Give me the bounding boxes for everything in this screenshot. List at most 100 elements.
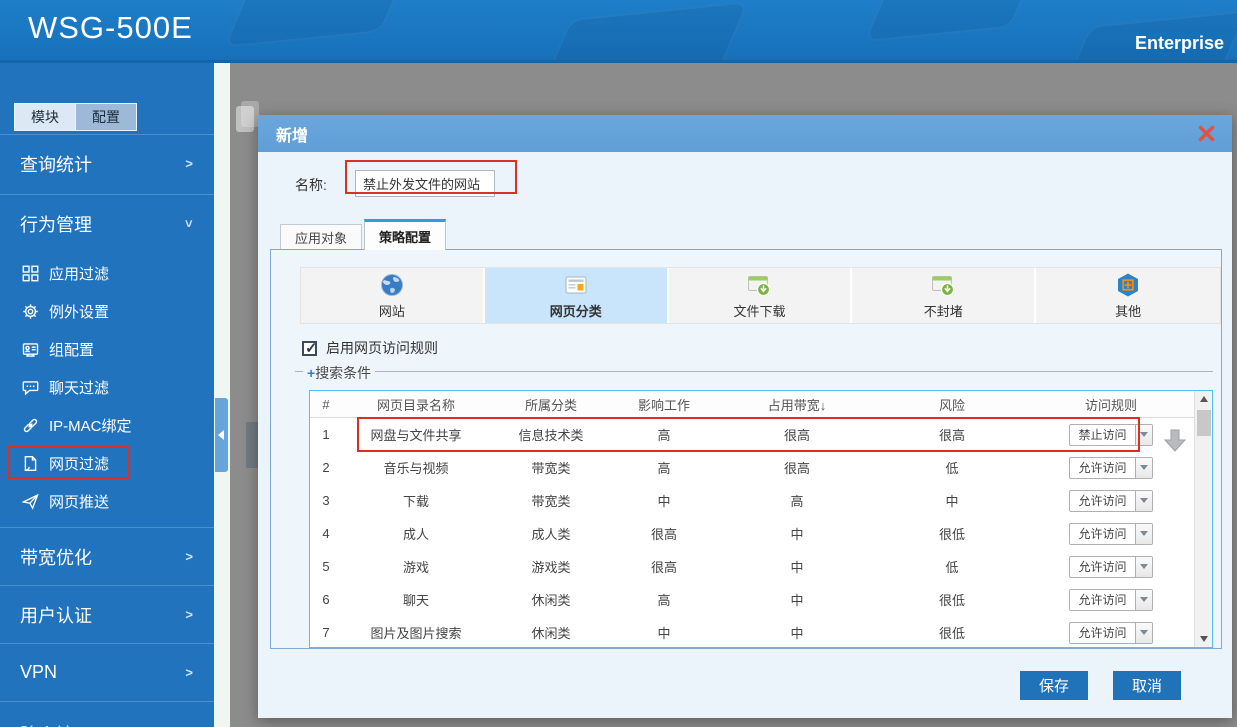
cell-risk: 很低 — [938, 527, 965, 542]
sidebar-item-app-filter[interactable]: 应用过滤 — [0, 254, 215, 292]
cell-rule: 允许访问 — [1026, 456, 1196, 479]
cell-category: 休闲类 — [531, 593, 571, 608]
checkbox-label: 启用网页访问规则 — [326, 340, 438, 356]
page-icon — [22, 455, 39, 472]
access-rule-dropdown[interactable]: 允许访问 — [1069, 555, 1153, 578]
sidebar-item-ip-mac-binding[interactable]: IP-MAC绑定 — [0, 406, 215, 444]
enable-web-access-rule-checkbox[interactable]: 启用网页访问规则 — [302, 338, 438, 358]
table-row: 5 游戏 游戏类 很高 中 低 允许访问 — [310, 550, 1212, 583]
category-tab-other[interactable]: 其他 — [1036, 268, 1220, 323]
cell-category: 游戏类 — [531, 560, 571, 575]
sidebar-tabs: 模块 配置 — [14, 103, 137, 131]
sub-item-label: 组配置 — [49, 341, 95, 359]
cell-index: 6 — [322, 592, 330, 607]
sidebar-item-web-push[interactable]: 网页推送 — [0, 482, 215, 520]
cell-name: 音乐与视频 — [383, 461, 449, 476]
fieldset-rule — [295, 371, 1213, 372]
link-icon — [22, 417, 39, 434]
search-condition-section: +搜索条件 — [295, 363, 1213, 383]
cell-risk: 中 — [945, 494, 959, 509]
cell-index: 2 — [322, 460, 330, 475]
chevron-right-icon: > — [185, 549, 193, 564]
header-pattern — [223, 0, 407, 48]
cell-index: 4 — [322, 526, 330, 541]
grid-icon — [22, 265, 39, 282]
sidebar-tab-module[interactable]: 模块 — [14, 103, 76, 131]
sidebar-item-chat-filter[interactable]: 聊天过滤 — [0, 368, 215, 406]
sidebar-collapse-handle[interactable] — [215, 398, 228, 472]
search-condition-text: 搜索条件 — [315, 365, 372, 381]
no-block-icon — [930, 272, 956, 298]
sidebar-gap — [214, 63, 230, 727]
table-row: 3 下载 带宽类 中 高 中 允许访问 — [310, 484, 1212, 517]
name-input[interactable] — [355, 170, 495, 197]
category-tab-webpage-category[interactable]: 网页分类 — [484, 268, 669, 323]
access-rule-dropdown[interactable]: 允许访问 — [1069, 621, 1153, 644]
cell-bandwidth: 中 — [790, 626, 804, 641]
category-tab-file-download[interactable]: 文件下载 — [669, 268, 853, 323]
sidebar-item-web-filter[interactable]: 网页过滤 — [0, 444, 215, 482]
sidebar-menu-user-auth[interactable]: 用户认证 > — [0, 585, 215, 643]
id-card-icon — [22, 341, 39, 358]
chevron-right-icon: > — [185, 665, 193, 680]
cell-bandwidth: 很高 — [783, 461, 810, 476]
close-icon[interactable] — [1197, 124, 1216, 143]
cell-index: 5 — [322, 559, 330, 574]
sidebar-item-group-config[interactable]: 组配置 — [0, 330, 215, 368]
cell-name: 图片及图片搜索 — [370, 626, 462, 641]
cell-rule: 允许访问 — [1026, 621, 1196, 644]
sidebar-menu-vpn[interactable]: VPN > — [0, 643, 215, 701]
menu-label: 带宽优化 — [20, 547, 92, 568]
table-header-row: # 网页目录名称 所属分类 影响工作 占用带宽↓ 风险 访问规则 — [310, 391, 1212, 418]
scroll-up-icon[interactable] — [1195, 391, 1213, 407]
access-rule-dropdown[interactable]: 允许访问 — [1069, 456, 1153, 479]
cell-impact: 高 — [657, 428, 671, 443]
sidebar-tab-config[interactable]: 配置 — [76, 103, 137, 131]
table-row: 4 成人 成人类 很高 中 很低 允许访问 — [310, 517, 1212, 550]
table-scrollbar[interactable] — [1194, 391, 1212, 647]
globe-icon — [379, 272, 405, 298]
table-row: 6 聊天 休闲类 高 中 很低 允许访问 — [310, 583, 1212, 616]
access-rule-dropdown[interactable]: 允许访问 — [1069, 522, 1153, 545]
scrollbar-thumb[interactable] — [1197, 410, 1211, 436]
access-rule-dropdown[interactable]: 允许访问 — [1069, 489, 1153, 512]
webpage-category-icon — [563, 272, 589, 298]
sidebar-menu-behavior-mgmt[interactable]: 行为管理 > — [0, 194, 215, 252]
cancel-button[interactable]: 取消 — [1113, 671, 1181, 700]
category-label: 网页分类 — [549, 303, 602, 319]
access-rule-dropdown[interactable]: 禁止访问 — [1069, 423, 1153, 446]
add-policy-dialog: 新增 名称: 应用对象 策略配置 — [258, 115, 1232, 718]
cell-category: 休闲类 — [531, 626, 571, 641]
search-condition-label[interactable]: +搜索条件 — [303, 363, 376, 383]
scroll-down-icon[interactable] — [1195, 631, 1213, 647]
sub-item-label: 聊天过滤 — [49, 379, 110, 397]
cell-risk: 很低 — [938, 626, 965, 641]
file-download-icon — [746, 272, 772, 298]
cell-impact: 中 — [657, 494, 671, 509]
sidebar-menu-query-stats[interactable]: 查询统计 > — [0, 134, 215, 192]
dropdown-arrow-icon — [1135, 622, 1152, 643]
save-button[interactable]: 保存 — [1020, 671, 1088, 700]
sidebar-menu-bandwidth[interactable]: 带宽优化 > — [0, 527, 215, 585]
tab-policy-config[interactable]: 策略配置 — [364, 219, 447, 250]
cell-risk: 很高 — [938, 428, 965, 443]
cell-impact: 中 — [657, 626, 671, 641]
move-down-icon[interactable] — [1162, 427, 1188, 453]
sidebar-item-exception-settings[interactable]: 例外设置 — [0, 292, 215, 330]
cell-index: 3 — [322, 493, 330, 508]
tab-label: 策略配置 — [379, 229, 432, 245]
category-tab-no-block[interactable]: 不封堵 — [852, 268, 1037, 323]
access-rule-dropdown[interactable]: 允许访问 — [1069, 588, 1153, 611]
policy-config-panel: 网站 网页分类 文件下载 不封堵 其他 ✓ 启用网页访问规则 +搜索条件 # 网… — [270, 249, 1222, 649]
dropdown-value: 允许访问 — [1078, 593, 1127, 607]
sidebar-menu-firewall-partial[interactable]: 防火墙 — [0, 701, 215, 727]
dialog-tabs: 应用对象 策略配置 — [280, 219, 447, 250]
table-body: 1 网盘与文件共享 信息技术类 高 很高 很高 禁止访问 2 音乐与视频 带宽类… — [310, 418, 1212, 649]
col-header-bandwidth-sorted[interactable]: 占用带宽↓ — [716, 395, 878, 414]
sub-item-label: IP-MAC绑定 — [49, 417, 132, 435]
other-icon — [1115, 272, 1141, 298]
app-title: WSG-500E — [28, 10, 193, 45]
sub-item-label: 网页推送 — [49, 493, 110, 511]
category-tab-website[interactable]: 网站 — [301, 268, 485, 323]
tab-apply-target[interactable]: 应用对象 — [280, 224, 363, 250]
